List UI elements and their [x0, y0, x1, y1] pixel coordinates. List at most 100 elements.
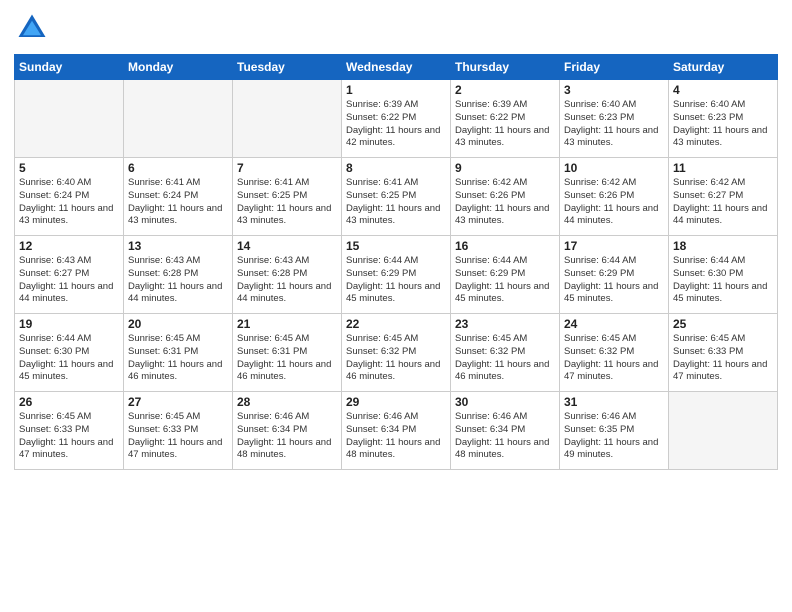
calendar-cell: 22 Sunrise: 6:45 AM Sunset: 6:32 PM Dayli… — [342, 314, 451, 392]
day-info: Sunrise: 6:45 AM Sunset: 6:33 PM Dayligh… — [128, 411, 228, 462]
day-number: 9 — [455, 161, 555, 175]
day-number: 29 — [346, 395, 446, 409]
weekday-tuesday: Tuesday — [233, 55, 342, 80]
calendar-cell: 16Sunrise: 6:44 AM Sunset: 6:29 PM Dayli… — [451, 236, 560, 314]
calendar-cell: 21 Sunrise: 6:45 AM Sunset: 6:31 PM Dayli… — [233, 314, 342, 392]
day-info: Sunrise: 6:45 AM Sunset: 6:32 PM Dayligh… — [346, 333, 446, 384]
week-row-5: 26 Sunrise: 6:45 AM Sunset: 6:33 PM Dayli… — [15, 392, 778, 470]
day-info: Sunrise: 6:44 AM Sunset: 6:29 PM Dayligh… — [564, 255, 664, 306]
calendar-cell: 28 Sunrise: 6:46 AM Sunset: 6:34 PM Dayli… — [233, 392, 342, 470]
calendar-cell: 24 Sunrise: 6:45 AM Sunset: 6:32 PM Dayli… — [560, 314, 669, 392]
day-number: 3 — [564, 83, 664, 97]
day-info: Sunrise: 6:45 AM Sunset: 6:32 PM Dayligh… — [455, 333, 555, 384]
day-number: 8 — [346, 161, 446, 175]
calendar-cell: 10 Sunrise: 6:42 AM Sunset: 6:26 PM Dayli… — [560, 158, 669, 236]
day-info: Sunrise: 6:44 AM Sunset: 6:29 PM Dayligh… — [346, 255, 446, 306]
day-number: 21 — [237, 317, 337, 331]
day-info: Sunrise: 6:42 AM Sunset: 6:26 PM Dayligh… — [564, 177, 664, 228]
day-number: 17 — [564, 239, 664, 253]
day-info: Sunrise: 6:46 AM Sunset: 6:34 PM Dayligh… — [237, 411, 337, 462]
weekday-saturday: Saturday — [669, 55, 778, 80]
day-number: 25 — [673, 317, 773, 331]
week-row-3: 12 Sunrise: 6:43 AM Sunset: 6:27 PM Dayli… — [15, 236, 778, 314]
day-info: Sunrise: 6:41 AM Sunset: 6:25 PM Dayligh… — [346, 177, 446, 228]
week-row-1: 1 Sunrise: 6:39 AM Sunset: 6:22 PM Daylig… — [15, 80, 778, 158]
day-number: 26 — [19, 395, 119, 409]
calendar-cell: 6 Sunrise: 6:41 AM Sunset: 6:24 PM Daylig… — [124, 158, 233, 236]
calendar-cell: 17 Sunrise: 6:44 AM Sunset: 6:29 PM Dayli… — [560, 236, 669, 314]
day-number: 24 — [564, 317, 664, 331]
day-info: Sunrise: 6:43 AM Sunset: 6:28 PM Dayligh… — [237, 255, 337, 306]
calendar-cell: 1 Sunrise: 6:39 AM Sunset: 6:22 PM Daylig… — [342, 80, 451, 158]
day-info: Sunrise: 6:42 AM Sunset: 6:26 PM Dayligh… — [455, 177, 555, 228]
day-number: 13 — [128, 239, 228, 253]
calendar-cell: 15 Sunrise: 6:44 AM Sunset: 6:29 PM Dayli… — [342, 236, 451, 314]
day-number: 31 — [564, 395, 664, 409]
day-number: 28 — [237, 395, 337, 409]
day-info: Sunrise: 6:46 AM Sunset: 6:35 PM Dayligh… — [564, 411, 664, 462]
weekday-wednesday: Wednesday — [342, 55, 451, 80]
calendar-cell: 13 Sunrise: 6:43 AM Sunset: 6:28 PM Dayli… — [124, 236, 233, 314]
day-info: Sunrise: 6:43 AM Sunset: 6:27 PM Dayligh… — [19, 255, 119, 306]
week-row-2: 5 Sunrise: 6:40 AM Sunset: 6:24 PM Daylig… — [15, 158, 778, 236]
page-header — [14, 10, 778, 46]
calendar-cell — [15, 80, 124, 158]
day-number: 2 — [455, 83, 555, 97]
day-info: Sunrise: 6:45 AM Sunset: 6:31 PM Dayligh… — [128, 333, 228, 384]
day-info: Sunrise: 6:40 AM Sunset: 6:24 PM Dayligh… — [19, 177, 119, 228]
weekday-sunday: Sunday — [15, 55, 124, 80]
day-number: 12 — [19, 239, 119, 253]
day-info: Sunrise: 6:45 AM Sunset: 6:32 PM Dayligh… — [564, 333, 664, 384]
day-number: 6 — [128, 161, 228, 175]
logo — [14, 10, 54, 46]
day-info: Sunrise: 6:46 AM Sunset: 6:34 PM Dayligh… — [346, 411, 446, 462]
day-info: Sunrise: 6:39 AM Sunset: 6:22 PM Dayligh… — [455, 99, 555, 150]
calendar-cell: 9 Sunrise: 6:42 AM Sunset: 6:26 PM Daylig… — [451, 158, 560, 236]
calendar-cell: 31 Sunrise: 6:46 AM Sunset: 6:35 PM Dayli… — [560, 392, 669, 470]
calendar-cell: 19Sunrise: 6:44 AM Sunset: 6:30 PM Dayli… — [15, 314, 124, 392]
calendar-cell: 26 Sunrise: 6:45 AM Sunset: 6:33 PM Dayli… — [15, 392, 124, 470]
day-info: Sunrise: 6:41 AM Sunset: 6:24 PM Dayligh… — [128, 177, 228, 228]
week-row-4: 19Sunrise: 6:44 AM Sunset: 6:30 PM Dayli… — [15, 314, 778, 392]
day-number: 15 — [346, 239, 446, 253]
weekday-friday: Friday — [560, 55, 669, 80]
day-number: 5 — [19, 161, 119, 175]
day-info: Sunrise: 6:40 AM Sunset: 6:23 PM Dayligh… — [673, 99, 773, 150]
day-info: Sunrise: 6:44 AM Sunset: 6:30 PM Dayligh… — [673, 255, 773, 306]
calendar-cell: 7 Sunrise: 6:41 AM Sunset: 6:25 PM Daylig… — [233, 158, 342, 236]
calendar-cell: 4 Sunrise: 6:40 AM Sunset: 6:23 PM Daylig… — [669, 80, 778, 158]
day-info: Sunrise: 6:39 AM Sunset: 6:22 PM Dayligh… — [346, 99, 446, 150]
logo-icon — [14, 10, 50, 46]
day-number: 4 — [673, 83, 773, 97]
day-info: Sunrise: 6:44 AM Sunset: 6:29 PM Dayligh… — [455, 255, 555, 306]
day-number: 7 — [237, 161, 337, 175]
day-info: Sunrise: 6:40 AM Sunset: 6:23 PM Dayligh… — [564, 99, 664, 150]
day-number: 18 — [673, 239, 773, 253]
calendar-cell — [669, 392, 778, 470]
day-number: 30 — [455, 395, 555, 409]
day-number: 22 — [346, 317, 446, 331]
day-info: Sunrise: 6:46 AM Sunset: 6:34 PM Dayligh… — [455, 411, 555, 462]
calendar-cell: 25Sunrise: 6:45 AM Sunset: 6:33 PM Dayli… — [669, 314, 778, 392]
calendar-cell: 23Sunrise: 6:45 AM Sunset: 6:32 PM Dayli… — [451, 314, 560, 392]
calendar-cell: 2 Sunrise: 6:39 AM Sunset: 6:22 PM Daylig… — [451, 80, 560, 158]
calendar-cell: 5 Sunrise: 6:40 AM Sunset: 6:24 PM Daylig… — [15, 158, 124, 236]
calendar-cell: 12 Sunrise: 6:43 AM Sunset: 6:27 PM Dayli… — [15, 236, 124, 314]
calendar-cell: 14 Sunrise: 6:43 AM Sunset: 6:28 PM Dayli… — [233, 236, 342, 314]
day-number: 19 — [19, 317, 119, 331]
day-number: 20 — [128, 317, 228, 331]
day-info: Sunrise: 6:41 AM Sunset: 6:25 PM Dayligh… — [237, 177, 337, 228]
day-number: 1 — [346, 83, 446, 97]
calendar-cell: 11Sunrise: 6:42 AM Sunset: 6:27 PM Dayli… — [669, 158, 778, 236]
calendar-cell: 30 Sunrise: 6:46 AM Sunset: 6:34 PM Dayli… — [451, 392, 560, 470]
day-info: Sunrise: 6:45 AM Sunset: 6:31 PM Dayligh… — [237, 333, 337, 384]
calendar-cell: 8 Sunrise: 6:41 AM Sunset: 6:25 PM Daylig… — [342, 158, 451, 236]
calendar-cell: 20 Sunrise: 6:45 AM Sunset: 6:31 PM Dayli… — [124, 314, 233, 392]
day-number: 14 — [237, 239, 337, 253]
day-info: Sunrise: 6:45 AM Sunset: 6:33 PM Dayligh… — [19, 411, 119, 462]
weekday-thursday: Thursday — [451, 55, 560, 80]
day-info: Sunrise: 6:42 AM Sunset: 6:27 PM Dayligh… — [673, 177, 773, 228]
day-number: 10 — [564, 161, 664, 175]
day-number: 27 — [128, 395, 228, 409]
day-info: Sunrise: 6:43 AM Sunset: 6:28 PM Dayligh… — [128, 255, 228, 306]
